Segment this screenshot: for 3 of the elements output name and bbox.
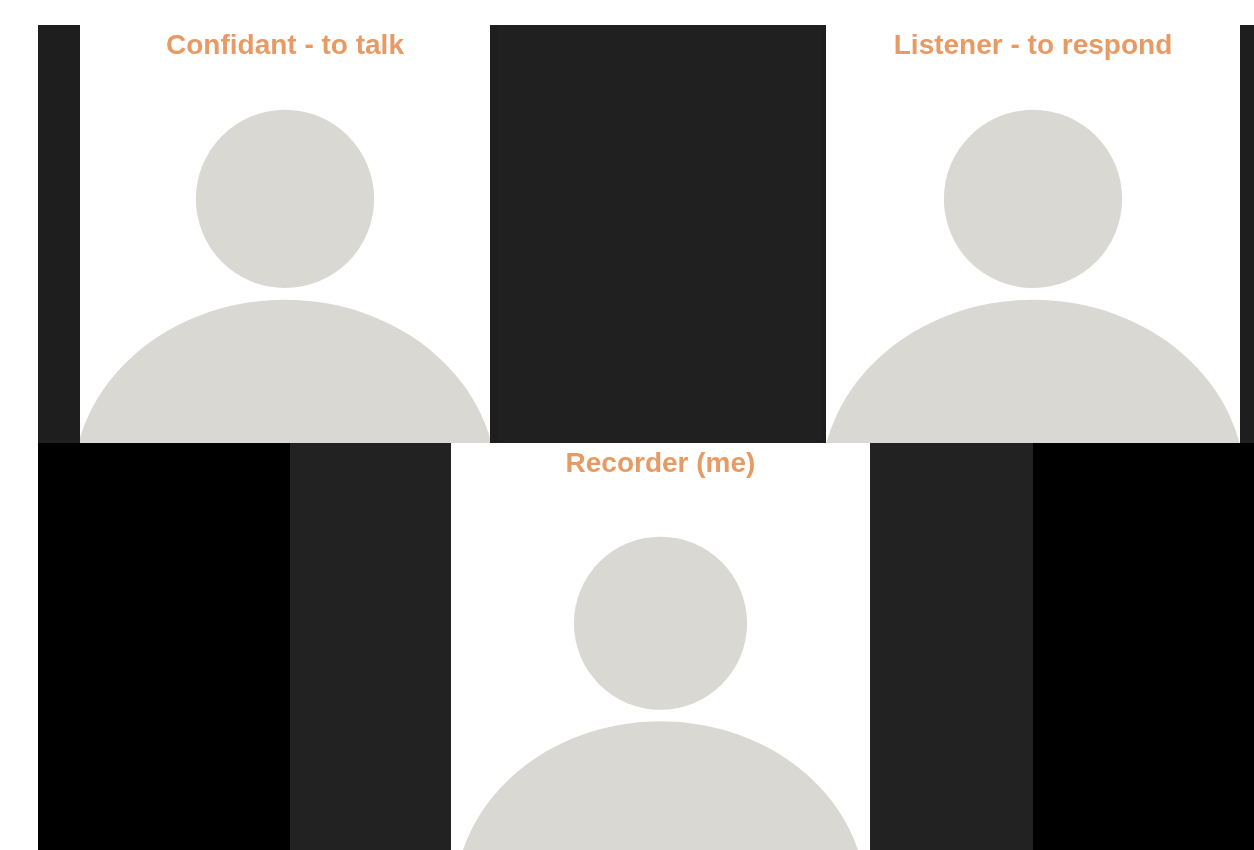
participant-name: Recorder (me) [565,447,756,479]
participant-name: Listener - to respond [893,29,1173,61]
participant-name: Confidant - to talk [166,29,404,61]
